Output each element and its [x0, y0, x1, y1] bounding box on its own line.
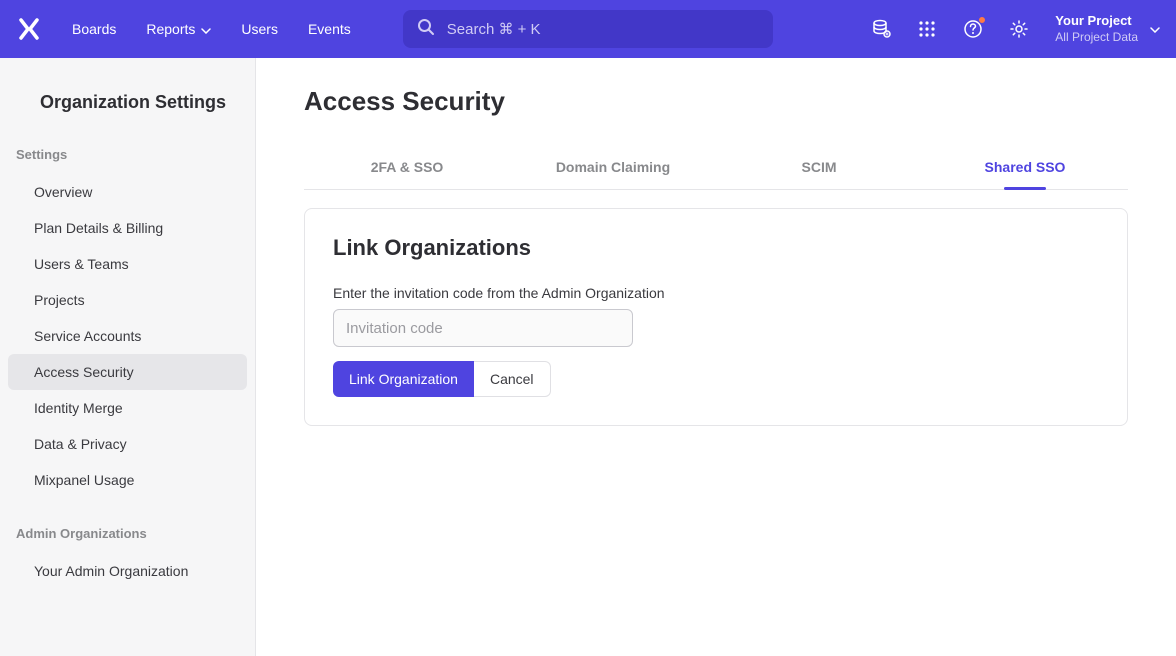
- tab-2fa-sso[interactable]: 2FA & SSO: [304, 145, 510, 189]
- database-icon[interactable]: [871, 19, 891, 39]
- sidebar-item-users[interactable]: Users & Teams: [8, 246, 247, 282]
- sidebar-item-admin-org[interactable]: Your Admin Organization: [8, 553, 247, 589]
- nav-reports-label: Reports: [146, 21, 195, 37]
- link-organizations-card: Link Organizations Enter the invitation …: [304, 208, 1128, 426]
- header-right: Your Project All Project Data: [871, 13, 1160, 45]
- sidebar-item-data[interactable]: Data & Privacy: [8, 426, 247, 462]
- search-box[interactable]: Search ⌘ + K: [403, 10, 773, 48]
- card-title: Link Organizations: [333, 235, 1099, 261]
- sidebar-item-service[interactable]: Service Accounts: [8, 318, 247, 354]
- gear-icon[interactable]: [1009, 19, 1029, 39]
- logo-icon[interactable]: [16, 16, 42, 42]
- tab-shared-sso[interactable]: Shared SSO: [922, 145, 1128, 189]
- apps-grid-icon[interactable]: [917, 19, 937, 39]
- tab-domain-claiming[interactable]: Domain Claiming: [510, 145, 716, 189]
- nav-boards[interactable]: Boards: [72, 21, 116, 37]
- sidebar-item-overview[interactable]: Overview: [8, 174, 247, 210]
- sidebar-item-access-security[interactable]: Access Security: [8, 354, 247, 390]
- cancel-button[interactable]: Cancel: [474, 361, 551, 397]
- nav-events[interactable]: Events: [308, 21, 351, 37]
- sidebar-admin-items: Your Admin Organization: [0, 553, 255, 589]
- sidebar-item-projects[interactable]: Projects: [8, 282, 247, 318]
- help-icon[interactable]: [963, 19, 983, 39]
- sidebar-section-settings: Settings: [0, 147, 255, 174]
- nav-links: Boards Reports Users Events: [72, 21, 351, 37]
- project-subtitle: All Project Data: [1055, 30, 1138, 46]
- sidebar-section-admin: Admin Organizations: [0, 526, 255, 553]
- invitation-code-label: Enter the invitation code from the Admin…: [333, 285, 1099, 301]
- project-selector[interactable]: Your Project All Project Data: [1055, 13, 1160, 45]
- search-icon: [417, 18, 435, 41]
- top-header: Boards Reports Users Events Search ⌘ + K: [0, 0, 1176, 58]
- page-title: Access Security: [304, 86, 1128, 117]
- sidebar-item-identity[interactable]: Identity Merge: [8, 390, 247, 426]
- project-text: Your Project All Project Data: [1055, 13, 1138, 45]
- nav-users[interactable]: Users: [241, 21, 278, 37]
- button-row: Link Organization Cancel: [333, 361, 1099, 397]
- sidebar: Organization Settings Settings Overview …: [0, 58, 256, 656]
- main-content: Access Security 2FA & SSO Domain Claimin…: [256, 58, 1176, 656]
- tab-scim[interactable]: SCIM: [716, 145, 922, 189]
- search-placeholder: Search ⌘ + K: [447, 20, 541, 38]
- project-title: Your Project: [1055, 13, 1138, 30]
- link-organization-button[interactable]: Link Organization: [333, 361, 474, 397]
- chevron-down-icon: [1150, 20, 1160, 38]
- sidebar-item-plan[interactable]: Plan Details & Billing: [8, 210, 247, 246]
- chevron-down-icon: [201, 21, 211, 37]
- nav-reports[interactable]: Reports: [146, 21, 211, 37]
- tabs: 2FA & SSO Domain Claiming SCIM Shared SS…: [304, 145, 1128, 190]
- sidebar-settings-items: Overview Plan Details & Billing Users & …: [0, 174, 255, 498]
- sidebar-title: Organization Settings: [0, 92, 255, 113]
- sidebar-item-usage[interactable]: Mixpanel Usage: [8, 462, 247, 498]
- notification-dot: [978, 16, 986, 24]
- invitation-code-input[interactable]: [333, 309, 633, 347]
